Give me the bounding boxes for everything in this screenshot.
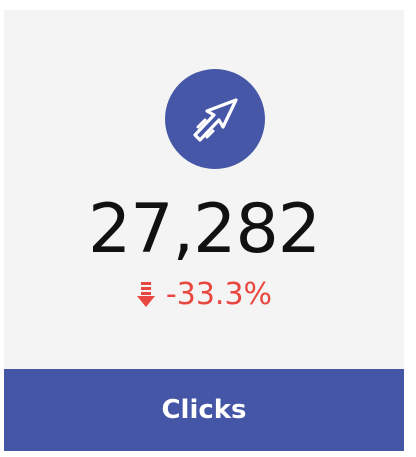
metric-label: Clicks — [161, 395, 247, 425]
metric-label-bar: Clicks — [4, 369, 404, 451]
arrow-down-icon — [136, 282, 156, 308]
metric-value: 27,282 — [88, 190, 321, 269]
clicks-metric-card: 27,282 -33.3% Clicks — [4, 10, 404, 451]
change-percentage: -33.3% — [165, 277, 273, 312]
cursor-click-icon — [165, 69, 265, 169]
change-indicator: -33.3% — [4, 275, 404, 315]
